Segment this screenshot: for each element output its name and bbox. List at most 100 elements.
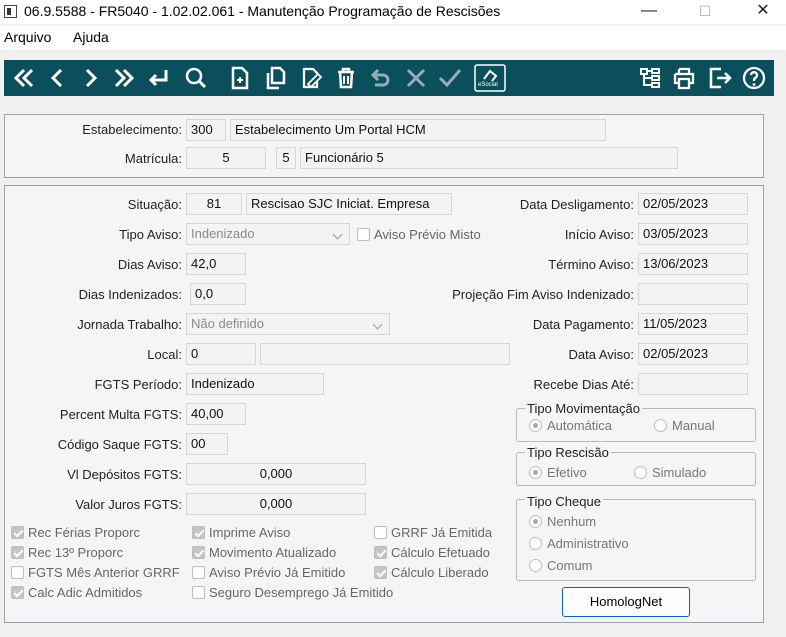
close-button[interactable]: ✕ — [740, 0, 786, 24]
calc-adic-checkbox[interactable] — [11, 586, 24, 599]
inicio-aviso-field[interactable]: 03/05/2023 — [638, 223, 748, 245]
cancel-button[interactable] — [402, 64, 430, 92]
valor-juros-field[interactable]: 0,000 — [186, 493, 366, 515]
radio-manual-label: Manual — [672, 418, 715, 433]
first-button[interactable] — [10, 64, 38, 92]
radio-administrativo[interactable] — [529, 537, 542, 550]
help-button[interactable] — [740, 64, 768, 92]
projecao-field[interactable] — [638, 283, 748, 305]
next-button[interactable] — [76, 64, 104, 92]
jornada-value: Não definido — [191, 316, 264, 331]
local-code-field[interactable]: 0 — [186, 343, 256, 365]
homolognet-button[interactable]: HomologNet — [562, 587, 690, 617]
radio-manual[interactable] — [654, 419, 667, 432]
new-button[interactable] — [226, 64, 254, 92]
recebe-dias-label: Recebe Dias Até: — [533, 377, 634, 392]
data-desligamento-field[interactable]: 02/05/2023 — [638, 193, 748, 215]
chevron-down-icon — [332, 229, 343, 240]
situacao-label: Situação: — [127, 197, 182, 212]
delete-button[interactable] — [332, 64, 360, 92]
copy-icon — [266, 66, 286, 90]
calculo-efetuado-checkbox[interactable] — [374, 546, 387, 559]
recebe-dias-field[interactable] — [638, 373, 748, 395]
fgts-mes-anterior-label: FGTS Mês Anterior GRRF — [28, 565, 180, 580]
tree-icon — [640, 68, 660, 88]
matricula-label: Matrícula: — [124, 151, 182, 166]
jornada-label: Jornada Trabalho: — [77, 317, 182, 332]
seguro-desemprego-checkbox[interactable] — [192, 586, 205, 599]
radio-simulado[interactable] — [634, 466, 647, 479]
rec-ferias-label: Rec Férias Proporc — [28, 525, 140, 540]
situacao-code-field[interactable]: 81 — [186, 193, 242, 215]
previous-button[interactable] — [44, 64, 72, 92]
local-label: Local: — [147, 347, 182, 362]
radio-simulado-label: Simulado — [652, 465, 707, 480]
percent-multa-field[interactable]: 40,00 — [186, 403, 246, 425]
termino-aviso-label: Término Aviso: — [548, 257, 634, 272]
copy-button[interactable] — [262, 64, 290, 92]
last-icon — [114, 68, 135, 88]
aviso-previo-emitido-label: Aviso Prévio Já Emitido — [209, 565, 346, 580]
search-icon — [185, 67, 207, 89]
codigo-saque-field[interactable]: 00 — [186, 433, 228, 455]
radio-administrativo-label: Administrativo — [547, 536, 629, 551]
estabelecimento-name-field: Estabelecimento Um Portal HCM — [230, 119, 606, 141]
seguro-desemprego-label: Seguro Desemprego Já Emitido — [209, 585, 394, 600]
radio-nenhum[interactable] — [529, 515, 542, 528]
print-button[interactable] — [670, 64, 698, 92]
inicio-aviso-label: Início Aviso: — [564, 227, 634, 242]
search-button[interactable] — [182, 64, 210, 92]
aviso-previo-emitido-checkbox[interactable] — [192, 566, 205, 579]
matricula-code-field[interactable]: 5 — [186, 147, 266, 169]
imprime-aviso-checkbox[interactable] — [192, 526, 205, 539]
undo-button[interactable] — [366, 64, 394, 92]
undo-icon — [370, 68, 390, 87]
edit-icon — [302, 67, 323, 89]
rec-ferias-checkbox[interactable] — [11, 526, 24, 539]
previous-icon — [50, 68, 63, 88]
estabelecimento-label: Estabelecimento: — [82, 122, 182, 137]
calculo-efetuado-label: Cálculo Efetuado — [391, 545, 491, 560]
aviso-previo-misto-checkbox[interactable] — [357, 228, 370, 241]
valor-juros-label: Valor Juros FGTS: — [75, 497, 182, 512]
data-aviso-field[interactable]: 02/05/2023 — [638, 343, 748, 365]
delete-icon — [338, 67, 354, 89]
fgts-periodo-field[interactable]: Indenizado — [186, 373, 324, 395]
last-button[interactable] — [110, 64, 138, 92]
tipo-aviso-select[interactable]: Indenizado — [186, 223, 350, 245]
vl-depositos-field[interactable]: 0,000 — [186, 463, 366, 485]
tree-button[interactable] — [636, 64, 664, 92]
radio-comum[interactable] — [529, 559, 542, 572]
exit-icon — [709, 67, 732, 89]
new-icon — [231, 66, 249, 90]
tipo-aviso-value: Indenizado — [191, 226, 255, 241]
dias-aviso-field[interactable]: 42,0 — [186, 253, 246, 275]
confirm-button[interactable] — [436, 64, 464, 92]
exit-button[interactable] — [706, 64, 734, 92]
enter-button[interactable] — [144, 64, 172, 92]
grrf-emitida-checkbox[interactable] — [374, 526, 387, 539]
menu-ajuda[interactable]: Ajuda — [73, 29, 109, 45]
next-icon — [85, 68, 98, 88]
movimento-atualizado-label: Movimento Atualizado — [209, 545, 337, 560]
tipo-rescisao-title: Tipo Rescisão — [525, 445, 611, 460]
menu-arquivo[interactable]: Arquivo — [4, 29, 51, 45]
first-icon — [13, 68, 34, 88]
radio-automatica[interactable] — [529, 419, 542, 432]
dias-indenizados-field[interactable]: 0,0 — [190, 283, 246, 305]
rec-13-label: Rec 13º Proporc — [28, 545, 124, 560]
dias-aviso-label: Dias Aviso: — [117, 257, 182, 272]
movimento-atualizado-checkbox[interactable] — [192, 546, 205, 559]
radio-efetivo[interactable] — [529, 466, 542, 479]
termino-aviso-field[interactable]: 13/06/2023 — [638, 253, 748, 275]
rec-13-checkbox[interactable] — [11, 546, 24, 559]
matricula-digit-field: 5 — [276, 147, 296, 169]
maximize-button[interactable]: ☐ — [682, 0, 728, 24]
fgts-mes-anterior-checkbox[interactable] — [11, 566, 24, 579]
jornada-select[interactable]: Não definido — [186, 313, 390, 335]
estabelecimento-code-field[interactable]: 300 — [186, 119, 226, 141]
calculo-liberado-checkbox[interactable] — [374, 566, 387, 579]
data-pagamento-field[interactable]: 11/05/2023 — [638, 313, 748, 335]
minimize-button[interactable]: — — [626, 0, 672, 24]
edit-button[interactable] — [298, 64, 326, 92]
